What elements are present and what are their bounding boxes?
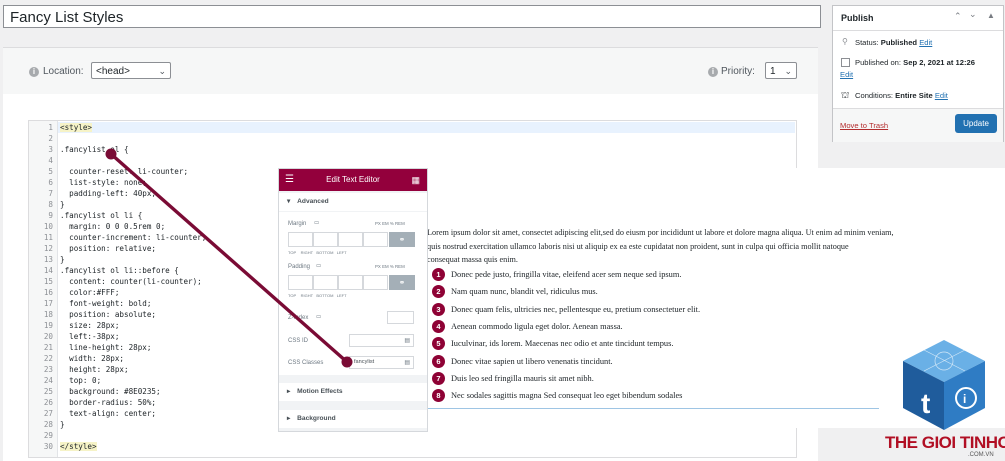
logo-brand-text: THE GIOI TINHOC (885, 433, 1005, 452)
svg-text:t: t (921, 388, 930, 419)
annotation-arrow (105, 148, 353, 368)
logo-domain-text: .COM.VN (968, 452, 994, 458)
svg-text:i: i (963, 392, 966, 406)
brand-logo: t i THE GIOI TINHOC .COM.VN (880, 335, 1005, 461)
logo-cube-icon: t i (903, 340, 985, 430)
